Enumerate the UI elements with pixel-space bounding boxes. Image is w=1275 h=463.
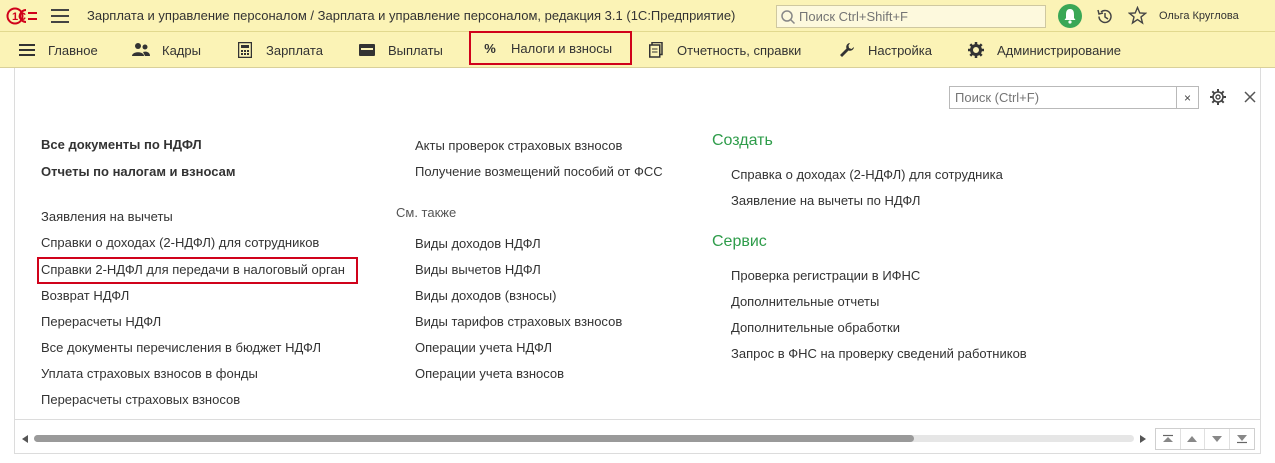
link-create-income-certificate[interactable]: Справка о доходах (2-НДФЛ) для сотрудник… — [731, 167, 1003, 182]
link-insurance-recalculations[interactable]: Перерасчеты страховых взносов — [41, 392, 240, 407]
menu-item-label: Зарплата — [266, 42, 323, 58]
percent-icon: % — [484, 40, 496, 56]
menu-item-taxes[interactable]: % Налоги и взносы — [469, 31, 632, 65]
panel-search[interactable]: × — [949, 86, 1199, 109]
close-icon[interactable] — [1242, 89, 1258, 105]
link-ndfl-accounting-operations[interactable]: Операции учета НДФЛ — [415, 340, 552, 355]
menu-item-settings[interactable]: Настройка — [838, 32, 932, 68]
link-ndfl-refund[interactable]: Возврат НДФЛ — [41, 288, 129, 303]
chevron-down-icon — [1211, 436, 1222, 442]
notifications-button[interactable] — [1058, 4, 1082, 28]
link-fns-employee-check-request[interactable]: Запрос в ФНС на проверку сведений работн… — [731, 346, 1027, 361]
main-menu-icon[interactable] — [51, 9, 69, 23]
menu-item-salary[interactable]: Зарплата — [236, 32, 323, 68]
clear-search-button[interactable]: × — [1176, 86, 1199, 109]
favorites-star-icon[interactable] — [1128, 6, 1147, 25]
history-icon[interactable] — [1095, 7, 1114, 26]
link-tax-reports[interactable]: Отчеты по налогам и взносам — [41, 164, 235, 179]
navigation-buttons — [1155, 428, 1255, 450]
sections-menu: Главное Кадры Зарплата Выплаты % Налоги … — [0, 31, 1275, 68]
menu-item-label: Выплаты — [388, 42, 443, 58]
user-name[interactable]: Ольга Круглова — [1159, 10, 1239, 22]
bell-icon — [1064, 9, 1076, 24]
menu-item-label: Кадры — [162, 42, 201, 58]
wrench-icon — [838, 41, 856, 59]
app-title: Зарплата и управление персоналом / Зарпл… — [87, 8, 736, 23]
scroll-down-button[interactable] — [1205, 429, 1230, 449]
horizontal-scrollbar[interactable] — [22, 433, 1152, 445]
gear-icon — [967, 41, 985, 59]
link-deduction-applications[interactable]: Заявления на вычеты — [41, 209, 173, 224]
calculator-icon — [236, 41, 254, 59]
search-icon — [781, 10, 796, 25]
global-search-input[interactable] — [799, 8, 1039, 25]
1c-logo: 1С — [6, 7, 37, 25]
link-insurance-tariff-types[interactable]: Виды тарифов страховых взносов — [415, 314, 622, 329]
highlight-box — [37, 257, 358, 284]
link-ndfl-income-types[interactable]: Виды доходов НДФЛ — [415, 236, 541, 251]
link-contribution-accounting-operations[interactable]: Операции учета взносов — [415, 366, 564, 381]
link-additional-processing[interactable]: Дополнительные обработки — [731, 320, 900, 335]
settings-gear-icon[interactable] — [1209, 88, 1227, 106]
link-ndfl-budget-transfers[interactable]: Все документы перечисления в бюджет НДФЛ — [41, 340, 321, 355]
menu-item-label: Главное — [48, 42, 98, 58]
link-insurance-payments[interactable]: Уплата страховых взносов в фонды — [41, 366, 258, 381]
menu-item-payments[interactable]: Выплаты — [358, 32, 443, 68]
scroll-left-icon[interactable] — [22, 435, 28, 443]
link-ndfl-recalculations[interactable]: Перерасчеты НДФЛ — [41, 314, 161, 329]
link-income-certificates-employees[interactable]: Справки о доходах (2-НДФЛ) для сотрудник… — [41, 235, 319, 250]
scroll-thumb[interactable] — [34, 435, 914, 442]
menu-item-reports[interactable]: Отчетность, справки — [647, 32, 801, 68]
link-additional-reports[interactable]: Дополнительные отчеты — [731, 294, 879, 309]
menu-item-main[interactable]: Главное — [18, 32, 98, 68]
scroll-right-icon[interactable] — [1140, 435, 1146, 443]
link-all-ndfl-documents[interactable]: Все документы по НДФЛ — [41, 137, 202, 152]
create-heading: Создать — [712, 132, 773, 149]
link-insurance-audit-acts[interactable]: Акты проверок страховых взносов — [415, 138, 622, 153]
link-ifns-registration-check[interactable]: Проверка регистрации в ИФНС — [731, 268, 920, 283]
link-income-types-contributions[interactable]: Виды доходов (взносы) — [415, 288, 556, 303]
menu-item-hr[interactable]: Кадры — [132, 32, 201, 68]
global-search[interactable] — [776, 5, 1046, 28]
chevron-top-icon — [1162, 434, 1173, 442]
link-fss-reimbursements[interactable]: Получение возмещений пособий от ФСС — [415, 164, 663, 179]
menu-item-label: Настройка — [868, 42, 932, 58]
scroll-bottom-button[interactable] — [1230, 429, 1254, 449]
wallet-icon — [358, 41, 376, 59]
title-bar: 1С Зарплата и управление персоналом / За… — [0, 0, 1275, 32]
scroll-top-button[interactable] — [1156, 429, 1181, 449]
people-icon — [132, 41, 150, 59]
menu-item-label: Отчетность, справки — [677, 42, 802, 58]
scroll-up-button[interactable] — [1181, 429, 1205, 449]
hamburger-icon — [18, 41, 36, 59]
menu-item-label: Налоги и взносы — [511, 40, 613, 56]
link-ndfl-deduction-types[interactable]: Виды вычетов НДФЛ — [415, 262, 541, 277]
chevron-up-icon — [1187, 436, 1198, 442]
menu-item-label: Администрирование — [997, 42, 1121, 58]
documents-icon — [647, 41, 665, 59]
see-also-label: См. также — [396, 205, 457, 220]
service-heading: Сервис — [712, 233, 767, 250]
link-create-deduction-application[interactable]: Заявление на вычеты по НДФЛ — [731, 193, 920, 208]
menu-item-administration[interactable]: Администрирование — [967, 32, 1121, 68]
chevron-bottom-icon — [1236, 435, 1247, 444]
panel-search-input[interactable] — [949, 86, 1177, 109]
